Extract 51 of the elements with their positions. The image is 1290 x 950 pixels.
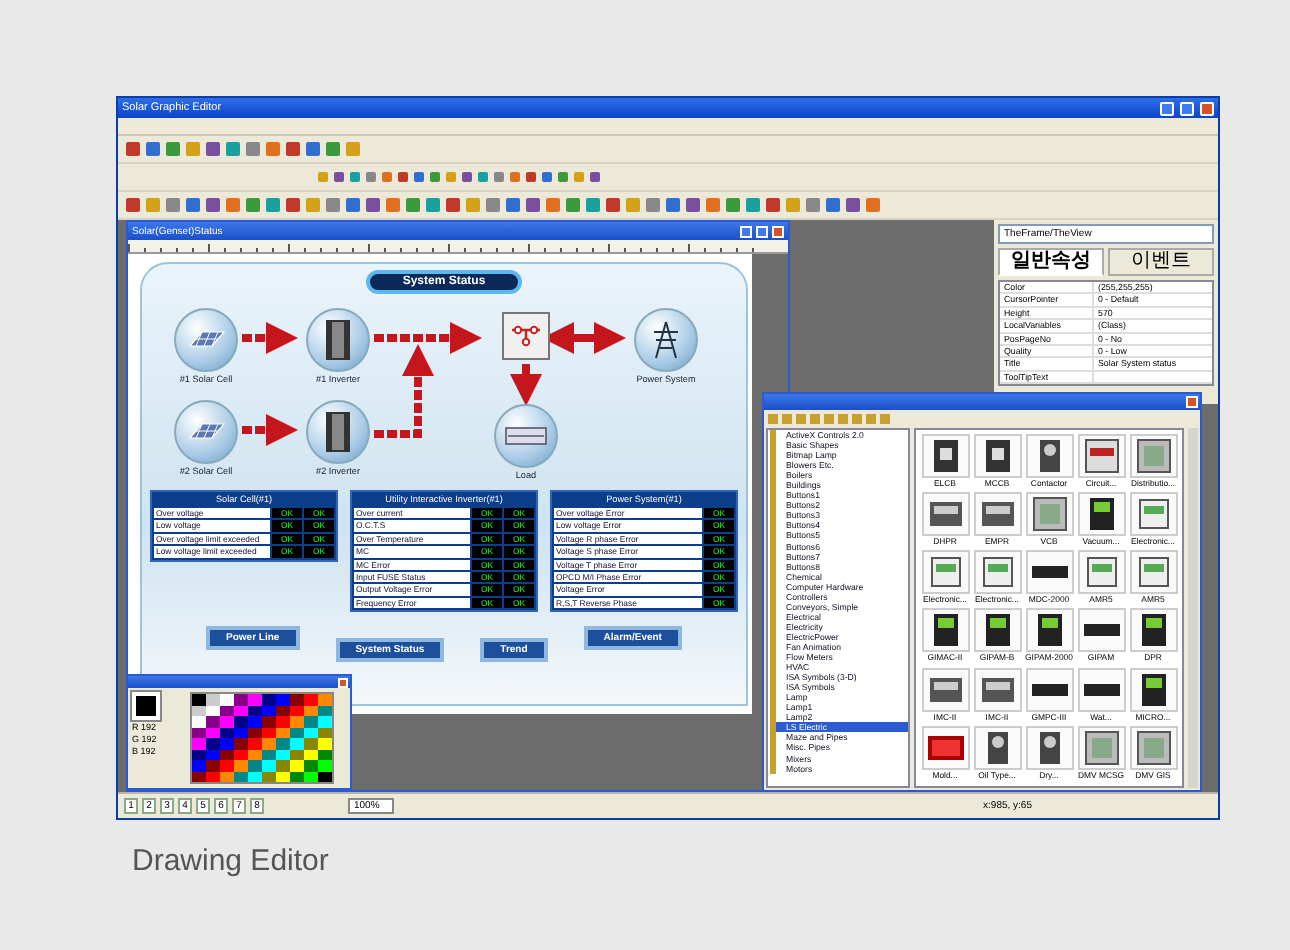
inverter-icon [324,318,352,362]
scrollbar[interactable] [1188,428,1198,788]
device-symbol-icon[interactable] [1129,667,1177,712]
device-symbol-icon[interactable] [1129,608,1177,653]
device-symbol-icon[interactable] [1025,550,1073,595]
device-symbol-icon[interactable] [1129,492,1177,537]
maximize-button[interactable] [756,225,768,237]
close-button[interactable] [338,677,348,687]
device-symbol-icon[interactable] [1129,550,1177,595]
device-symbol-icon[interactable] [973,550,1021,595]
device-symbol-icon[interactable] [973,608,1021,653]
device-symbol-icon[interactable] [1077,492,1125,537]
close-button[interactable] [1186,396,1198,408]
device-symbol-icon[interactable] [921,608,969,653]
flow-arrow [242,322,298,354]
color-grid[interactable] [190,692,334,784]
device-symbol-icon[interactable] [921,667,969,712]
flow-arrow [510,364,542,406]
device-symbol-icon[interactable] [921,492,969,537]
tab[interactable]: 일반속성 [998,248,1104,276]
tab[interactable]: 이벤트 [1108,248,1214,276]
device-symbol-icon[interactable] [1129,434,1177,478]
close-button[interactable] [1200,101,1214,115]
device-symbol-icon[interactable] [1129,725,1177,770]
device-symbol-icon[interactable] [1025,608,1073,653]
device-symbol-icon[interactable] [1077,667,1125,712]
device-symbol-icon[interactable] [1077,725,1125,770]
device-symbol-icon[interactable] [921,550,969,595]
device-symbol-icon[interactable] [973,667,1021,712]
device-symbol-icon[interactable] [973,725,1021,770]
maximize-button[interactable] [1180,101,1194,115]
device-symbol-icon[interactable] [1025,492,1073,537]
close-button[interactable] [772,225,784,237]
current-color-swatch [132,692,160,720]
minimize-button[interactable] [740,225,752,237]
device-symbol-icon[interactable] [1025,725,1073,770]
device-symbol-icon[interactable] [921,434,969,478]
device-symbol-icon[interactable] [1077,550,1125,595]
device-symbol-icon[interactable] [1025,667,1073,712]
figure-caption: Drawing Editor [132,844,331,878]
inverter-icon [324,410,352,454]
device-symbol-icon[interactable] [1077,608,1125,653]
load-icon [504,424,548,448]
device-symbol-icon[interactable] [1025,434,1073,478]
device-symbol-icon[interactable] [973,434,1021,478]
flow-arrow [242,414,298,446]
device-symbol-icon[interactable] [973,492,1021,537]
transmission-tower-icon [650,320,682,360]
minimize-button[interactable] [1160,101,1174,115]
device-symbol-icon[interactable] [921,725,969,770]
device-symbol-icon[interactable] [1077,434,1125,478]
